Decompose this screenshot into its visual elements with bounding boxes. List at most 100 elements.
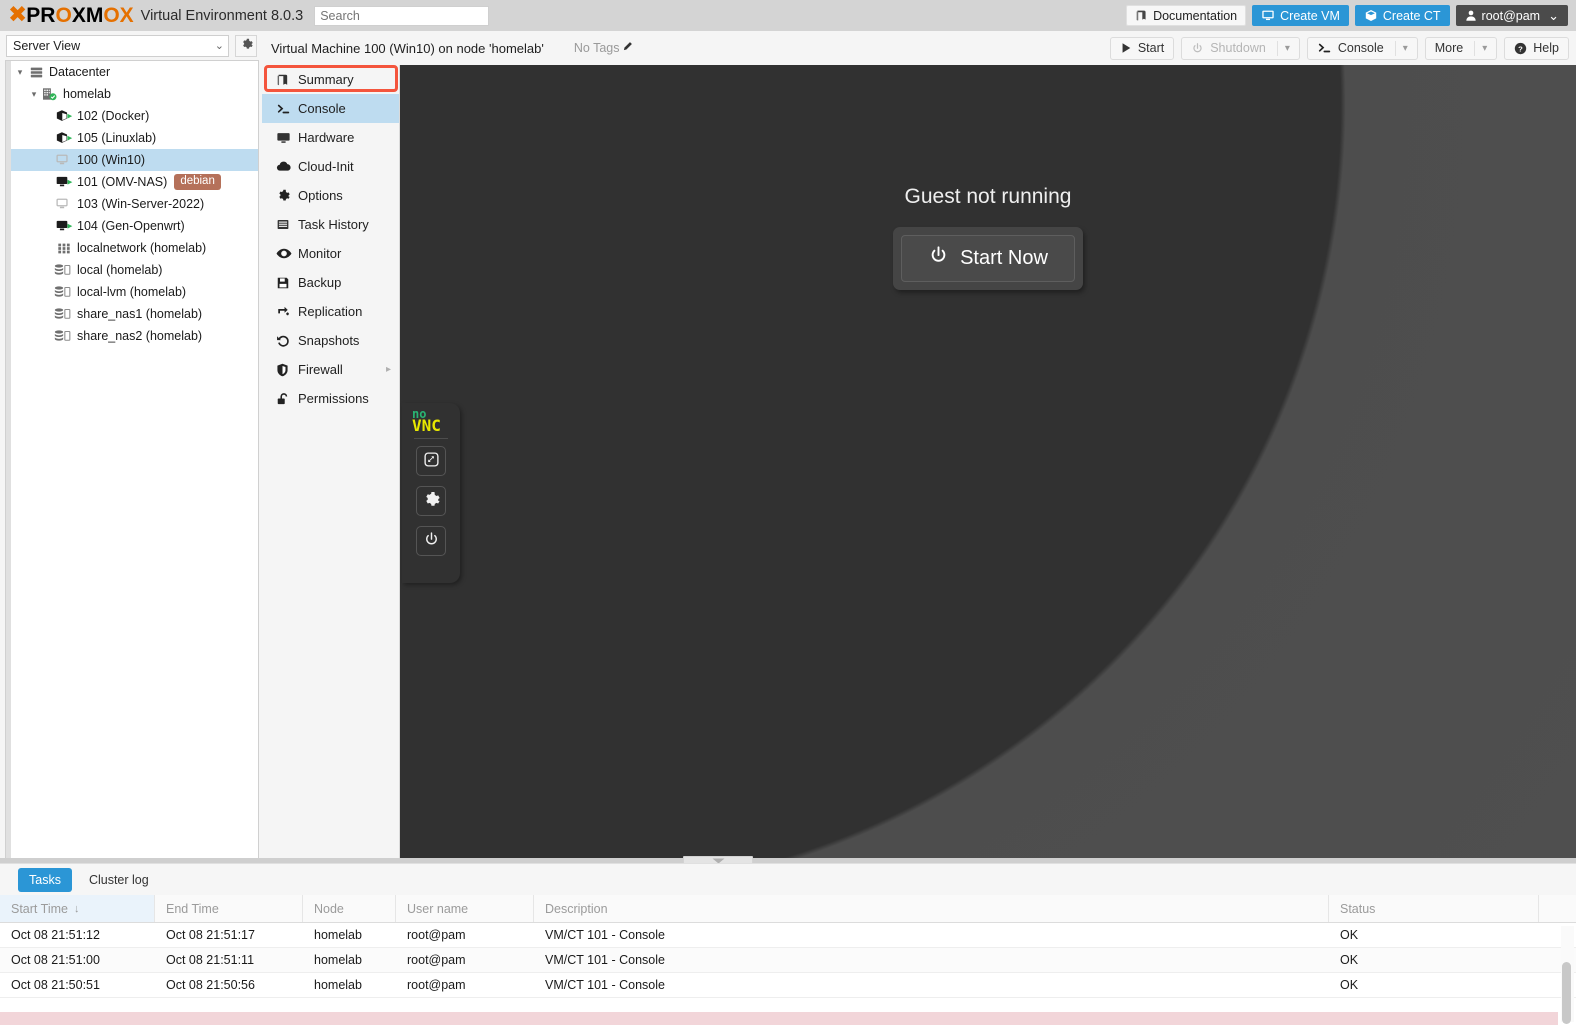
- column-header-node[interactable]: Node: [303, 895, 396, 922]
- view-selector[interactable]: Server View ⌄: [6, 34, 229, 57]
- start-now-button[interactable]: Start Now: [901, 235, 1075, 282]
- tree-item-local-homelab[interactable]: local (homelab): [6, 259, 258, 281]
- tree-item-label: 105 (Linuxlab): [77, 131, 157, 145]
- start-button[interactable]: Start: [1109, 36, 1175, 60]
- nav-item-permissions[interactable]: Permissions: [262, 384, 399, 413]
- search-input[interactable]: [314, 5, 490, 26]
- tasks-scrollbar[interactable]: [1561, 926, 1574, 1024]
- tree-item-100-win10[interactable]: 100 (Win10): [6, 149, 258, 171]
- nav-item-cloud-init[interactable]: Cloud-Init: [262, 152, 399, 181]
- button-label: Console: [1337, 41, 1384, 55]
- tree-item-datacenter[interactable]: ▾ Datacenter: [6, 61, 258, 83]
- chevron-down-icon[interactable]: ▾: [1482, 43, 1487, 54]
- help-button[interactable]: ? Help: [1504, 36, 1569, 60]
- tree-twisty-icon[interactable]: ▾: [28, 89, 40, 100]
- bottom-tabs: Tasks Cluster log: [0, 864, 1576, 895]
- tree-item-localnetwork-homelab[interactable]: localnetwork (homelab): [6, 237, 258, 259]
- column-header-start[interactable]: Start Time ↓: [0, 895, 155, 922]
- tree-item-102-docker[interactable]: 102 (Docker): [6, 105, 258, 127]
- tasks-scrollbar-thumb[interactable]: [1562, 962, 1571, 1024]
- create-ct-button[interactable]: Create CT: [1354, 5, 1450, 26]
- column-header-status[interactable]: Status: [1329, 895, 1539, 922]
- proxmox-logo: ✖ PROXMOX: [8, 4, 134, 27]
- sidebar-header: Server View ⌄: [0, 31, 262, 60]
- create-vm-button[interactable]: Create VM: [1252, 5, 1349, 26]
- task-cell-end: Oct 08 21:51:17: [166, 928, 255, 942]
- tree-item-local-lvm-homelab[interactable]: local-lvm (homelab): [6, 281, 258, 303]
- storage-icon: [54, 307, 74, 321]
- nav-item-backup[interactable]: Backup: [262, 268, 399, 297]
- novnc-console[interactable]: no VNC Guest not running Start Now: [400, 65, 1576, 858]
- nav-item-label: Replication: [298, 304, 363, 319]
- column-header-label: Start Time: [11, 901, 68, 916]
- nav-item-label: Firewall: [298, 362, 343, 377]
- tasks-grid: Start Time ↓ End Time Node User name Descript…: [0, 895, 1576, 1025]
- bottom-tab-tasks[interactable]: Tasks: [18, 867, 72, 892]
- tree-scroll-gutter[interactable]: [6, 61, 11, 990]
- column-header-end[interactable]: End Time: [155, 895, 303, 922]
- power-button[interactable]: [416, 526, 446, 556]
- column-header-label: Status: [1340, 901, 1376, 916]
- nav-item-options[interactable]: Options: [262, 181, 399, 210]
- page-title: Virtual Machine 100 (Win10) on node 'hom…: [271, 40, 544, 56]
- novnc-logo-bottom: VNC: [412, 416, 441, 435]
- svg-text:?: ?: [1518, 44, 1523, 53]
- task-row[interactable]: Oct 08 21:51:00 Oct 08 21:51:11 homelab roo…: [0, 948, 1576, 973]
- tree-item-homelab[interactable]: ▾ homelab: [6, 83, 258, 105]
- tree-twisty-icon[interactable]: ▾: [14, 67, 26, 78]
- datacenter-icon: [26, 66, 46, 79]
- tree-item-label: 102 (Docker): [77, 109, 150, 123]
- tree-item-label: local (homelab): [77, 263, 163, 277]
- tree-item-share-nas2-homelab[interactable]: share_nas2 (homelab): [6, 325, 258, 347]
- floppy-icon: [276, 276, 298, 290]
- tags-label: No Tags: [573, 41, 620, 55]
- user-menu-button[interactable]: root@pam ⌄: [1455, 5, 1568, 26]
- tree-item-105-linuxlab[interactable]: 105 (Linuxlab): [6, 127, 258, 149]
- nav-item-snapshots[interactable]: Snapshots: [262, 326, 399, 355]
- tree-item-104-gen-openwrt[interactable]: 104 (Gen-Openwrt): [6, 215, 258, 237]
- task-cell-user: root@pam: [407, 928, 466, 942]
- storage-icon: [54, 263, 74, 277]
- shutdown-button[interactable]: Shutdown ▾: [1181, 36, 1300, 60]
- tree-item-label: 100 (Win10): [77, 153, 146, 167]
- tags-editor[interactable]: No Tags: [574, 41, 634, 55]
- task-cell-start: Oct 08 21:51:00: [11, 953, 100, 967]
- column-header-label: Node: [314, 901, 344, 916]
- chevron-down-icon[interactable]: ▾: [1403, 43, 1408, 54]
- tree-item-label: local-lvm (homelab): [77, 285, 187, 299]
- power-icon: [423, 531, 440, 551]
- tree-item-label: Datacenter: [49, 65, 111, 79]
- nav-item-summary[interactable]: Summary: [262, 65, 399, 94]
- nav-item-label: Cloud-Init: [298, 159, 354, 174]
- nav-item-replication[interactable]: Replication: [262, 297, 399, 326]
- vm-stopped-icon: [54, 197, 74, 211]
- nav-item-label: Backup: [298, 275, 342, 290]
- tree-item-share-nas1-homelab[interactable]: share_nas1 (homelab): [6, 303, 258, 325]
- fullscreen-button[interactable]: [416, 446, 446, 476]
- novnc-control-panel: no VNC: [402, 403, 460, 583]
- sidebar-settings-button[interactable]: [235, 34, 257, 57]
- settings-button[interactable]: [416, 486, 446, 516]
- chevron-down-icon[interactable]: ▾: [1285, 43, 1290, 54]
- monitor-icon: [1261, 9, 1275, 22]
- bottom-tab-cluster-log[interactable]: Cluster log: [78, 868, 160, 892]
- tree-item-101-omv-nas[interactable]: 101 (OMV-NAS) debian: [6, 171, 258, 193]
- column-header-desc[interactable]: Description: [534, 895, 1329, 922]
- task-row[interactable]: Oct 08 21:51:12 Oct 08 21:51:17 homelab roo…: [0, 923, 1576, 948]
- more-button[interactable]: More ▾: [1424, 36, 1498, 60]
- nav-item-monitor[interactable]: Monitor: [262, 239, 399, 268]
- console-button[interactable]: Console ▾: [1306, 36, 1418, 60]
- resource-tree[interactable]: ▾ Datacenter ▾ homelab 102 (Docker) 105 (Linu…: [5, 60, 259, 991]
- sort-arrow-icon: ↓: [73, 902, 80, 915]
- task-cell-desc: VM/CT 101 - Console: [545, 953, 665, 967]
- nav-item-console[interactable]: Console: [262, 94, 399, 123]
- nav-item-hardware[interactable]: Hardware: [262, 123, 399, 152]
- tree-item-103-win-server-2022[interactable]: 103 (Win-Server-2022): [6, 193, 258, 215]
- nav-item-firewall[interactable]: Firewall ▸: [262, 355, 399, 384]
- shield-icon: [276, 363, 298, 377]
- documentation-button[interactable]: Documentation: [1126, 5, 1247, 26]
- task-row[interactable]: Oct 08 21:50:51 Oct 08 21:50:56 homelab roo…: [0, 973, 1576, 998]
- nav-item-task-history[interactable]: Task History: [262, 210, 399, 239]
- product-name: Virtual Environment 8.0.3: [140, 7, 304, 24]
- column-header-user[interactable]: User name: [396, 895, 534, 922]
